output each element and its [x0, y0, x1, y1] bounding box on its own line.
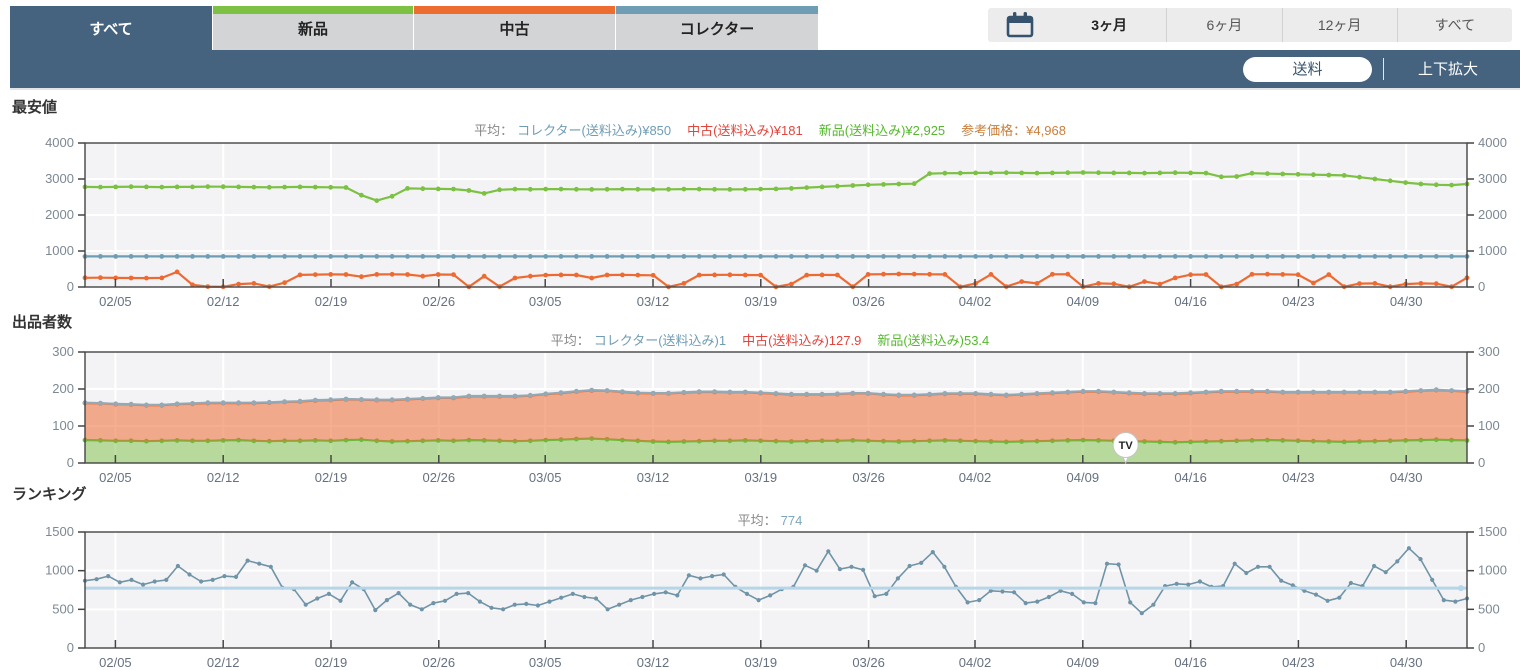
svg-text:04/16: 04/16 — [1174, 655, 1207, 670]
svg-text:1000: 1000 — [1478, 563, 1507, 578]
svg-text:04/02: 04/02 — [959, 294, 992, 309]
expand-vertical-button[interactable]: 上下拡大 — [1396, 57, 1500, 82]
tab-new-color-stripe — [213, 6, 413, 14]
svg-text:03/12: 03/12 — [637, 470, 670, 485]
svg-text:100: 100 — [52, 418, 74, 433]
svg-text:3000: 3000 — [45, 171, 74, 186]
svg-text:03/05: 03/05 — [529, 655, 562, 670]
calendar-icon[interactable] — [988, 11, 1052, 39]
svg-text:2000: 2000 — [45, 207, 74, 222]
svg-text:04/23: 04/23 — [1282, 470, 1315, 485]
svg-text:04/09: 04/09 — [1067, 294, 1100, 309]
svg-text:300: 300 — [1478, 347, 1500, 359]
toolbar-divider — [1383, 58, 1384, 80]
tv-marker: TV — [1119, 440, 1134, 452]
price-tracker-page: すべて 新品 中古 コレクター 3ヶ月 6ヶ月 12ヶ月 すべて 送料 上下拡大… — [0, 0, 1520, 670]
svg-text:04/09: 04/09 — [1067, 655, 1100, 670]
svg-text:4000: 4000 — [45, 138, 74, 150]
svg-text:1000: 1000 — [45, 563, 74, 578]
tab-all[interactable]: すべて — [10, 6, 212, 50]
svg-text:1000: 1000 — [1478, 243, 1507, 258]
range-6months[interactable]: 6ヶ月 — [1166, 8, 1281, 42]
svg-text:04/09: 04/09 — [1067, 470, 1100, 485]
svg-text:03/26: 03/26 — [852, 655, 885, 670]
svg-text:1500: 1500 — [1478, 527, 1507, 539]
svg-text:03/12: 03/12 — [637, 655, 670, 670]
svg-text:03/26: 03/26 — [852, 470, 885, 485]
tab-used-color-stripe — [414, 6, 615, 14]
tab-new-label: 新品 — [297, 20, 328, 38]
svg-text:02/05: 02/05 — [99, 470, 132, 485]
svg-text:500: 500 — [52, 601, 74, 616]
svg-text:2000: 2000 — [1478, 207, 1507, 222]
range-12months[interactable]: 12ヶ月 — [1281, 8, 1397, 42]
tab-used[interactable]: 中古 — [414, 6, 615, 50]
svg-text:02/26: 02/26 — [423, 294, 456, 309]
tab-collector-color-stripe — [616, 6, 818, 14]
lowest-price-chart[interactable]: 0 0 1000 1000 2000 2000 3000 3000 4000 4000 02/05 0… — [0, 138, 1520, 310]
range-all[interactable]: すべて — [1396, 8, 1512, 42]
svg-text:02/19: 02/19 — [315, 470, 348, 485]
svg-text:3000: 3000 — [1478, 171, 1507, 186]
svg-text:03/19: 03/19 — [745, 470, 778, 485]
svg-text:0: 0 — [1478, 640, 1485, 655]
svg-text:500: 500 — [1478, 601, 1500, 616]
tab-all-label: すべて — [89, 20, 133, 38]
svg-text:03/19: 03/19 — [745, 294, 778, 309]
ranking-chart[interactable]: 0 0 500 500 1000 1000 1500 1500 02/05 02/12 02/19 0… — [0, 527, 1520, 670]
svg-text:02/12: 02/12 — [207, 470, 240, 485]
svg-text:300: 300 — [52, 347, 74, 359]
svg-text:200: 200 — [1478, 381, 1500, 396]
svg-text:02/26: 02/26 — [423, 655, 456, 670]
tab-new[interactable]: 新品 — [213, 6, 413, 50]
range-3months[interactable]: 3ヶ月 — [1052, 8, 1166, 42]
svg-text:0: 0 — [67, 455, 74, 470]
svg-text:03/12: 03/12 — [637, 294, 670, 309]
svg-text:02/05: 02/05 — [99, 294, 132, 309]
lowest-price-averages: 平均： コレクター(送料込み)¥850 中古(送料込み)¥181 新品(送料込み)¥2… — [474, 123, 1066, 138]
svg-text:04/23: 04/23 — [1282, 294, 1315, 309]
svg-text:03/05: 03/05 — [529, 294, 562, 309]
shipping-toggle-button[interactable]: 送料 — [1243, 57, 1372, 82]
svg-text:4000: 4000 — [1478, 138, 1507, 150]
svg-text:03/19: 03/19 — [745, 655, 778, 670]
svg-text:02/05: 02/05 — [99, 655, 132, 670]
tab-collector[interactable]: コレクター — [616, 6, 818, 50]
svg-text:0: 0 — [67, 640, 74, 655]
svg-text:04/30: 04/30 — [1390, 294, 1423, 309]
svg-text:02/19: 02/19 — [315, 655, 348, 670]
time-range-bar: 3ヶ月 6ヶ月 12ヶ月 すべて — [988, 8, 1512, 42]
svg-text:02/12: 02/12 — [207, 294, 240, 309]
svg-text:04/02: 04/02 — [959, 655, 992, 670]
section-title-seller-count: 出品者数 — [12, 314, 73, 331]
svg-text:02/19: 02/19 — [315, 294, 348, 309]
svg-text:0: 0 — [1478, 455, 1485, 470]
tab-collector-label: コレクター — [679, 20, 755, 38]
section-title-ranking: ランキング — [12, 486, 87, 503]
tab-used-label: 中古 — [499, 20, 530, 38]
svg-text:04/30: 04/30 — [1390, 470, 1423, 485]
svg-text:04/23: 04/23 — [1282, 655, 1315, 670]
svg-text:02/12: 02/12 — [207, 655, 240, 670]
svg-text:02/26: 02/26 — [423, 470, 456, 485]
seller-count-chart[interactable]: 0 0 100 100 200 200 300 300 02/05 02/12 02/19 02/26… — [0, 347, 1520, 485]
svg-text:03/05: 03/05 — [529, 470, 562, 485]
svg-text:1500: 1500 — [45, 527, 74, 539]
svg-text:0: 0 — [67, 279, 74, 294]
svg-text:200: 200 — [52, 381, 74, 396]
svg-text:100: 100 — [1478, 418, 1500, 433]
svg-text:04/02: 04/02 — [959, 470, 992, 485]
section-title-lowest-price: 最安値 — [12, 99, 58, 116]
svg-text:04/16: 04/16 — [1174, 470, 1207, 485]
svg-text:04/30: 04/30 — [1390, 655, 1423, 670]
svg-text:0: 0 — [1478, 279, 1485, 294]
svg-text:03/26: 03/26 — [852, 294, 885, 309]
svg-text:1000: 1000 — [45, 243, 74, 258]
svg-text:04/16: 04/16 — [1174, 294, 1207, 309]
